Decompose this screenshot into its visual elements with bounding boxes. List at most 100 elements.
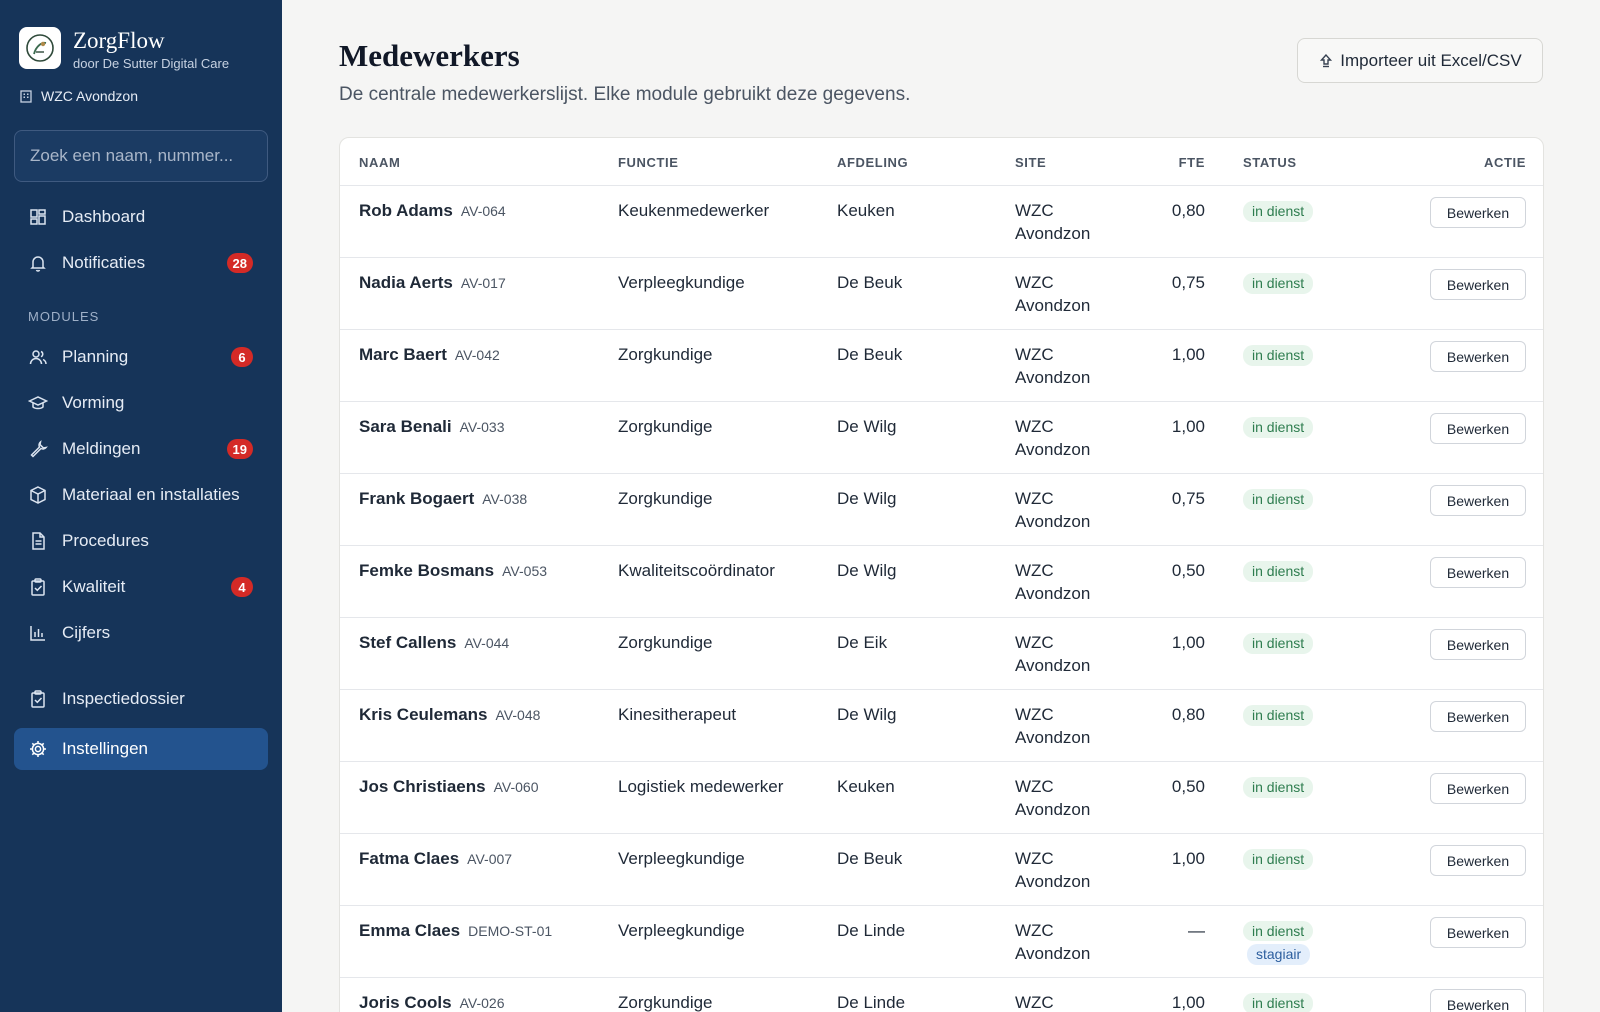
header-site[interactable]: SITE (1015, 155, 1046, 170)
status-badge: in dienst (1243, 849, 1314, 870)
employee-site: WZC Avondzon (1015, 489, 1091, 531)
employee-function: Zorgkundige (618, 345, 713, 364)
table-row[interactable]: Marc Baert AV-042 Zorgkundige De Beuk WZC Av… (340, 330, 1543, 402)
edit-button[interactable]: Bewerken (1430, 773, 1526, 804)
nav-inspectiedossier[interactable]: Inspectiedossier (14, 678, 268, 720)
status-badge: in dienst (1243, 561, 1314, 582)
table-row[interactable]: Nadia Aerts AV-017 Verpleegkundige De Beuk W… (340, 258, 1543, 330)
header-fte[interactable]: FTE (1150, 155, 1205, 170)
header-naam[interactable]: NAAM (359, 155, 400, 170)
modules-section-label: MODULES (28, 309, 100, 324)
employee-department: De Linde (837, 993, 906, 1012)
meldingen-count-badge: 19 (226, 439, 253, 459)
employee-site: WZC Avondzon (1015, 273, 1091, 315)
header-status[interactable]: STATUS (1243, 155, 1297, 170)
edit-button[interactable]: Bewerken (1430, 341, 1526, 372)
edit-button[interactable]: Bewerken (1430, 629, 1526, 660)
employee-site: WZC Avondzon (1015, 201, 1091, 243)
employee-fte: 1,00 (1171, 993, 1205, 1012)
status-badge: in dienst (1243, 201, 1314, 222)
edit-button[interactable]: Bewerken (1430, 485, 1526, 516)
table-header: NAAM FUNCTIE AFDELING SITE FTE STATUS AC… (340, 138, 1543, 186)
edit-button[interactable]: Bewerken (1430, 845, 1526, 876)
employees-table: NAAM FUNCTIE AFDELING SITE FTE STATUS AC… (339, 137, 1544, 1012)
status-badge: in dienst (1243, 705, 1314, 726)
nav-planning[interactable]: Planning 6 (14, 336, 268, 378)
edit-button[interactable]: Bewerken (1430, 989, 1526, 1012)
header-functie[interactable]: FUNCTIE (618, 155, 679, 170)
employee-department: De Wilg (837, 417, 897, 436)
employee-name[interactable]: Sara Benali (359, 417, 452, 436)
employee-name[interactable]: Kris Ceulemans (359, 705, 488, 724)
employee-site: WZC Avondzon (1015, 633, 1091, 675)
edit-button[interactable]: Bewerken (1430, 557, 1526, 588)
employee-name[interactable]: Emma Claes (359, 921, 460, 940)
table-row[interactable]: Emma Claes DEMO-ST-01 Verpleegkundige De Li… (340, 906, 1543, 978)
notificaties-count-badge: 28 (226, 253, 253, 273)
organization-name: WZC Avondzon (41, 88, 139, 104)
employee-site: WZC Avondzon (1015, 417, 1091, 459)
employee-code: AV-007 (467, 851, 513, 867)
nav-instellingen-label: Instellingen (62, 739, 149, 758)
header-afdeling[interactable]: AFDELING (837, 155, 908, 170)
edit-button[interactable]: Bewerken (1430, 413, 1526, 444)
table-row[interactable]: Jos Christiaens AV-060 Logistiek medewerke… (340, 762, 1543, 834)
nav-vorming-label: Vorming (62, 393, 125, 412)
table-row[interactable]: Kris Ceulemans AV-048 Kinesitherapeut De Wi… (340, 690, 1543, 762)
search-box (14, 130, 268, 182)
nav-procedures[interactable]: Procedures (14, 520, 268, 562)
organization-selector[interactable]: WZC Avondzon (19, 88, 138, 104)
table-row[interactable]: Stef Callens AV-044 Zorgkundige De Eik WZC A… (340, 618, 1543, 690)
wrench-icon (28, 439, 48, 459)
employee-name[interactable]: Nadia Aerts (359, 273, 453, 292)
employee-name[interactable]: Joris Cools (359, 993, 452, 1012)
employee-name[interactable]: Marc Baert (359, 345, 447, 364)
nav-meldingen[interactable]: Meldingen 19 (14, 428, 268, 470)
building-icon (19, 89, 33, 103)
table-row[interactable]: Joris Cools AV-026 Zorgkundige De Linde WZC … (340, 978, 1543, 1012)
kwaliteit-count-badge: 4 (231, 577, 253, 597)
edit-button[interactable]: Bewerken (1430, 269, 1526, 300)
employee-department: Keuken (837, 201, 895, 220)
nav-dashboard-label: Dashboard (62, 207, 146, 226)
employee-fte: 1,00 (1171, 633, 1205, 652)
table-row[interactable]: Rob Adams AV-064 Keukenmedewerker Keuken WZC… (340, 186, 1543, 258)
nav-cijfers[interactable]: Cijfers (14, 612, 268, 654)
nav-dashboard[interactable]: Dashboard (14, 196, 268, 238)
table-row[interactable]: Sara Benali AV-033 Zorgkundige De Wilg WZC A… (340, 402, 1543, 474)
sidebar: ZorgFlow door De Sutter Digital Care WZC… (0, 0, 282, 1012)
brand[interactable]: ZorgFlow door De Sutter Digital Care (19, 27, 229, 71)
edit-button[interactable]: Bewerken (1430, 197, 1526, 228)
employee-department: Keuken (837, 777, 895, 796)
nav-notificaties[interactable]: Notificaties 28 (14, 242, 268, 284)
nav-instellingen[interactable]: Instellingen (14, 728, 268, 770)
employee-fte: 1,00 (1171, 417, 1205, 436)
employee-name[interactable]: Stef Callens (359, 633, 456, 652)
nav-kwaliteit[interactable]: Kwaliteit 4 (14, 566, 268, 608)
employee-name[interactable]: Frank Bogaert (359, 489, 474, 508)
search-input[interactable] (15, 131, 267, 181)
clipboard-icon (28, 689, 48, 709)
table-row[interactable]: Fatma Claes AV-007 Verpleegkundige De Beuk W… (340, 834, 1543, 906)
nav-cijfers-label: Cijfers (62, 623, 111, 642)
edit-button[interactable]: Bewerken (1430, 701, 1526, 732)
nav-materiaal[interactable]: Materiaal en installaties (14, 474, 268, 516)
employee-code: AV-038 (482, 491, 528, 507)
employee-department: De Wilg (837, 489, 897, 508)
logo-icon (19, 27, 61, 69)
graduation-cap-icon (28, 393, 48, 413)
table-row[interactable]: Frank Bogaert AV-038 Zorgkundige De Wilg WZC… (340, 474, 1543, 546)
edit-button[interactable]: Bewerken (1430, 917, 1526, 948)
employee-site: WZC Avondzon (1015, 921, 1091, 963)
table-row[interactable]: Femke Bosmans AV-053 Kwaliteitscoördinator… (340, 546, 1543, 618)
employee-name[interactable]: Jos Christiaens (359, 777, 486, 796)
employee-code: AV-064 (460, 203, 506, 219)
import-button[interactable]: Importeer uit Excel/CSV (1297, 38, 1543, 83)
employee-name[interactable]: Fatma Claes (359, 849, 459, 868)
employee-name[interactable]: Femke Bosmans (359, 561, 494, 580)
clipboard-check-icon (28, 577, 48, 597)
employee-name[interactable]: Rob Adams (359, 201, 453, 220)
nav-vorming[interactable]: Vorming (14, 382, 268, 424)
employee-function: Verpleegkundige (618, 849, 745, 868)
employee-site: WZC Avondzon (1015, 993, 1054, 1012)
